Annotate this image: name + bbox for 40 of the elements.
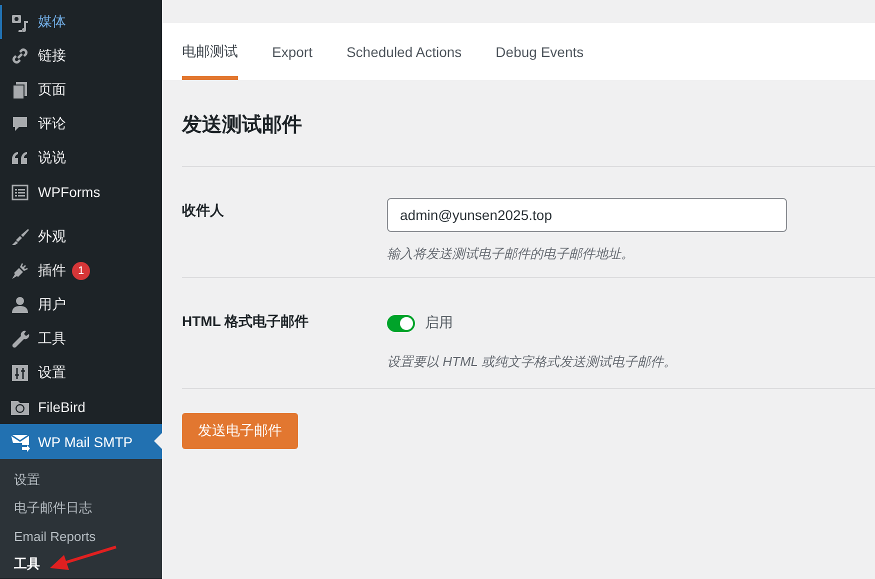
media-icon <box>10 12 30 32</box>
menu-item[interactable]: FileBird <box>0 390 162 424</box>
menu-item[interactable]: 工具 <box>0 322 162 356</box>
tab[interactable]: Debug Events <box>496 23 584 80</box>
help-text: 输入将发送测试电子邮件的电子邮件地址。 <box>387 245 635 263</box>
submenu-item[interactable]: 工具 <box>0 550 162 578</box>
tab[interactable]: Scheduled Actions <box>346 23 462 80</box>
comment-icon <box>10 114 30 134</box>
field-label: 收件人 <box>182 201 225 220</box>
menu-item[interactable]: 页面 <box>0 73 162 107</box>
menu-item[interactable]: 媒体 <box>0 5 162 39</box>
toggle-switch[interactable] <box>387 314 415 332</box>
toggle-label: 启用 <box>425 314 453 332</box>
menu-item[interactable]: 用户 <box>0 288 162 322</box>
submenu-item[interactable]: Email Reports <box>0 522 162 550</box>
tab[interactable]: Export <box>272 23 312 80</box>
menu-item[interactable]: 链接 <box>0 39 162 73</box>
submenu-item[interactable]: 电子邮件日志 <box>0 494 162 522</box>
form-icon <box>10 182 30 202</box>
menu-item[interactable]: 评论 <box>0 107 162 141</box>
email-field[interactable]: admin@yunsen2025.top <box>387 198 787 232</box>
menu-item[interactable]: 外观 <box>0 220 162 254</box>
count-badge: 1 <box>72 262 90 280</box>
page-title: 发送测试邮件 <box>182 113 303 138</box>
link-icon <box>10 46 30 66</box>
annotation-arrow <box>50 546 116 570</box>
menu-item[interactable]: WPForms <box>0 175 162 209</box>
user-icon <box>10 295 30 315</box>
field-label: HTML 格式电子邮件 <box>182 312 310 331</box>
sliders-icon <box>10 363 30 383</box>
menu-item[interactable]: 说说 <box>0 141 162 175</box>
tab[interactable]: 电邮测试 <box>182 23 238 80</box>
menu-item[interactable]: WP Mail SMTP <box>0 424 162 459</box>
menu-item[interactable]: 设置 <box>0 356 162 390</box>
wrench-icon <box>10 329 30 349</box>
submenu-item[interactable]: 设置 <box>0 466 162 494</box>
menu-item[interactable]: 插件 1 <box>0 254 162 288</box>
brush-icon <box>10 227 30 247</box>
plug-icon <box>10 261 30 281</box>
help-text: 设置要以 HTML 或纯文字格式发送测试电子邮件。 <box>387 353 678 371</box>
